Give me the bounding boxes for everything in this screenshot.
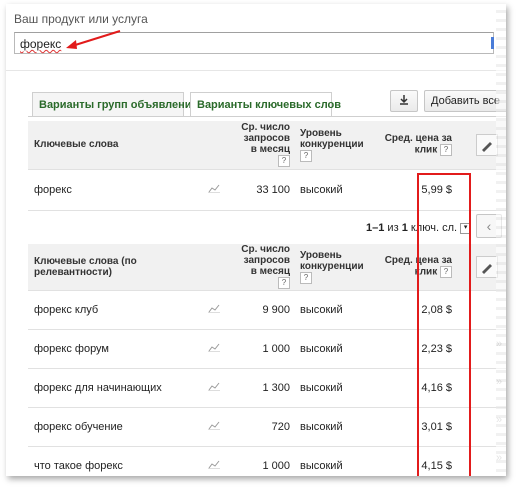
header-competition[interactable]: Уровень конкуренции ? [294, 121, 364, 170]
cpc-cell: 4,16 $ [364, 368, 458, 408]
keyword-table: Ключевые слова Ср. число запросов в меся… [28, 121, 506, 211]
cpc-cell: 4,15 $ [364, 446, 458, 476]
competition-cell: высокий [294, 407, 364, 447]
competition-cell: высокий [294, 169, 364, 211]
torn-edge [496, 4, 506, 476]
arrow-annotation-icon [66, 30, 121, 49]
trend-chart-icon[interactable] [208, 183, 220, 193]
chevron-down-icon[interactable]: ▾ [460, 222, 472, 234]
searches-cell: 9 900 [238, 290, 294, 330]
header-cpc[interactable]: Сред. цена за клик ? [364, 244, 458, 291]
chevron-left-icon: ‹ [486, 218, 492, 234]
edit-columns-button[interactable] [476, 256, 498, 278]
search-value: форекс [20, 37, 62, 51]
header-searches[interactable]: Ср. число запросов в месяц ? [238, 121, 294, 170]
pager-of: из [387, 222, 399, 234]
trend-chart-icon[interactable] [208, 381, 220, 391]
trend-chart-icon[interactable] [208, 342, 220, 352]
trend-cell [208, 446, 238, 476]
keyword-cell: что такое форекс [28, 446, 208, 476]
competition-cell: высокий [294, 368, 364, 408]
keyword-cell: форекс клуб [28, 290, 208, 330]
cpc-cell: 3,01 $ [364, 407, 458, 447]
trend-cell [208, 368, 238, 408]
table-row: форекс 33 100 высокий 5,99 $ [28, 169, 506, 211]
table-row: форекс для начинающих 1 300 высокий 4,16 $ [28, 368, 506, 408]
pencil-icon [482, 264, 492, 274]
trend-chart-icon[interactable] [208, 420, 220, 430]
help-icon[interactable]: ? [300, 149, 312, 162]
trend-cell [208, 407, 238, 447]
download-icon [400, 95, 408, 105]
tab-ad-group-ideas[interactable]: Варианты групп объявлений [32, 92, 198, 116]
trend-cell [208, 169, 238, 211]
header-keyword-relevance[interactable]: Ключевые слова (по релевантности) [28, 244, 208, 291]
header-cpc[interactable]: Сред. цена за клик ? [364, 121, 458, 170]
trend-cell [208, 329, 238, 369]
divider [6, 70, 506, 71]
pager-range: 1–1 [366, 222, 385, 234]
pagination: 1–1 из 1 ключ. сл. ▾ [366, 222, 472, 234]
cpc-cell: 2,08 $ [364, 290, 458, 330]
header-searches[interactable]: Ср. число запросов в месяц ? [238, 244, 294, 291]
keyword-ideas-table: Ключевые слова (по релевантности) Ср. чи… [28, 244, 506, 476]
help-icon[interactable]: ? [440, 144, 452, 157]
searches-cell: 1 300 [238, 368, 294, 408]
competition-cell: высокий [294, 446, 364, 476]
header-searches-label: Ср. число запросов в месяц [241, 244, 290, 278]
add-all-button[interactable]: Добавить все [424, 90, 506, 112]
searches-cell: 33 100 [238, 169, 294, 211]
help-icon[interactable]: ? [440, 266, 452, 279]
keyword-cell: форекс обучение [28, 407, 208, 447]
keyword-cell: форекс [28, 169, 208, 211]
pager-unit: ключ. сл. [410, 222, 458, 234]
tab-underline [28, 116, 506, 117]
help-icon[interactable]: ? [300, 271, 312, 284]
download-button[interactable] [390, 90, 418, 112]
cpc-cell: 5,99 $ [364, 169, 458, 211]
trend-chart-icon[interactable] [208, 303, 220, 313]
scroll-edge [491, 37, 494, 49]
tab-label: Варианты ключевых слов [197, 99, 342, 111]
table-row: форекс обучение 720 высокий 3,01 $ [28, 407, 506, 447]
header-competition-label: Уровень конкуренции [300, 127, 364, 150]
header-keyword[interactable]: Ключевые слова [28, 121, 208, 170]
table-row: форекс клуб 9 900 высокий 2,08 $ [28, 290, 506, 330]
edit-columns-button[interactable] [476, 134, 498, 156]
tab-keyword-ideas[interactable]: Варианты ключевых слов [190, 92, 341, 117]
searches-cell: 720 [238, 407, 294, 447]
tab-label: Варианты групп объявлений [39, 99, 199, 111]
pager-count: 1 [401, 222, 408, 234]
help-icon[interactable]: ? [278, 155, 290, 168]
product-label: Ваш продукт или услуга [14, 12, 148, 26]
table-row: что такое форекс 1 000 высокий 4,15 $ [28, 446, 506, 476]
competition-cell: высокий [294, 329, 364, 369]
help-icon[interactable]: ? [278, 277, 290, 290]
competition-cell: высокий [294, 290, 364, 330]
header-competition-label: Уровень конкуренции [300, 249, 364, 272]
trend-cell [208, 290, 238, 330]
trend-chart-icon[interactable] [208, 459, 220, 469]
header-searches-label: Ср. число запросов в месяц [241, 122, 290, 156]
keyword-cell: форекс форум [28, 329, 208, 369]
keyword-cell: форекс для начинающих [28, 368, 208, 408]
searches-cell: 1 000 [238, 329, 294, 369]
table-row: форекс форум 1 000 высокий 2,23 $ [28, 329, 506, 369]
header-competition[interactable]: Уровень конкуренции ? [294, 244, 364, 291]
searches-cell: 1 000 [238, 446, 294, 476]
cpc-cell: 2,23 $ [364, 329, 458, 369]
header-spacer [208, 244, 238, 291]
pencil-icon [482, 142, 492, 152]
keyword-planner-panel: Ваш продукт или услуга форекс Варианты г… [6, 4, 506, 476]
header-spacer [208, 121, 238, 170]
